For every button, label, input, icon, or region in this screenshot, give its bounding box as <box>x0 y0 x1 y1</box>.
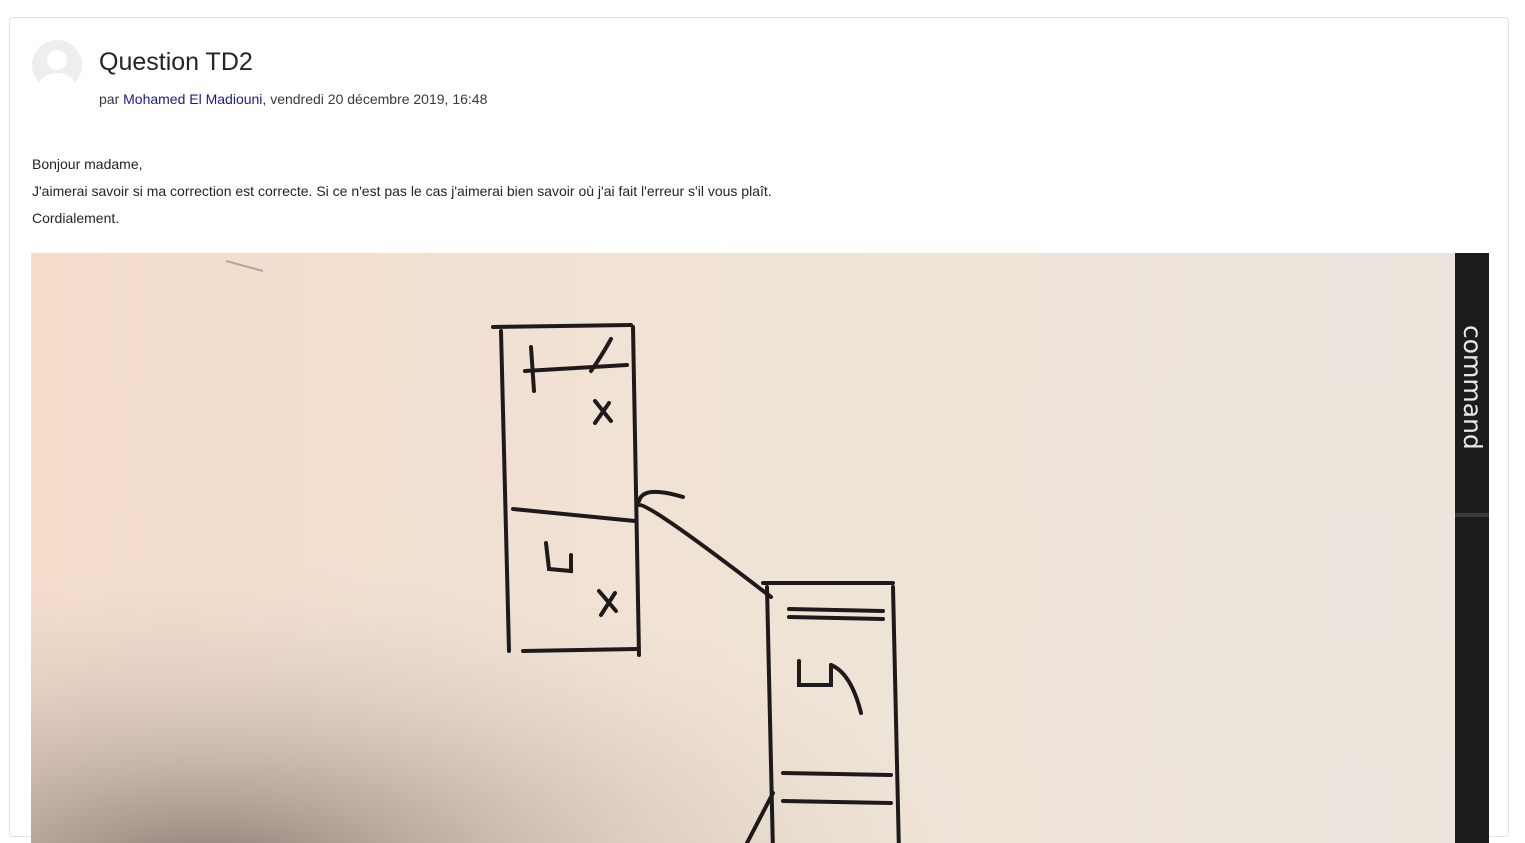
forum-post: Question TD2 par Mohamed El Madiouni, ve… <box>9 17 1509 843</box>
byline-prefix: par <box>99 91 124 107</box>
message-line-greeting: Bonjour madame, <box>32 156 143 172</box>
post-title: Question TD2 <box>99 48 253 76</box>
message-line-question: J'aimerai savoir si ma correction est co… <box>32 183 772 199</box>
post-date: , vendredi 20 décembre 2019, 16:48 <box>262 91 488 107</box>
post-byline: par Mohamed El Madiouni, vendredi 20 déc… <box>99 91 487 107</box>
message-line-closing: Cordialement. <box>32 210 120 226</box>
attachment-image[interactable]: command <box>31 253 1489 843</box>
handwritten-diagram-photo: command <box>31 253 1489 843</box>
user-avatar-icon[interactable] <box>32 40 82 90</box>
post-message: Bonjour madame, J'aimerai savoir si ma c… <box>32 156 772 237</box>
author-link[interactable]: Mohamed El Madiouni <box>123 91 262 107</box>
notebook-label: command <box>1458 325 1487 450</box>
